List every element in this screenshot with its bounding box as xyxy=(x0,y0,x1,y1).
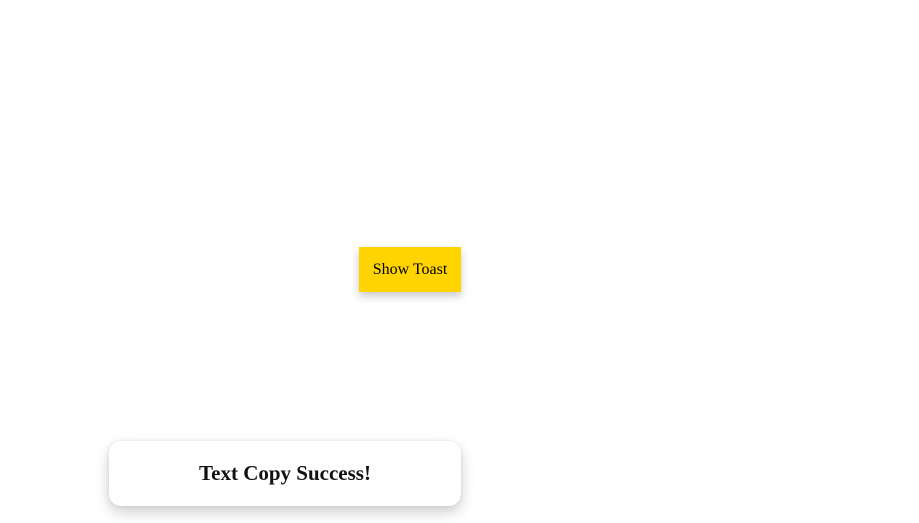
show-toast-button[interactable]: Show Toast xyxy=(359,247,461,292)
toast-notification: Text Copy Success! xyxy=(109,441,461,506)
toast-message: Text Copy Success! xyxy=(199,461,371,485)
